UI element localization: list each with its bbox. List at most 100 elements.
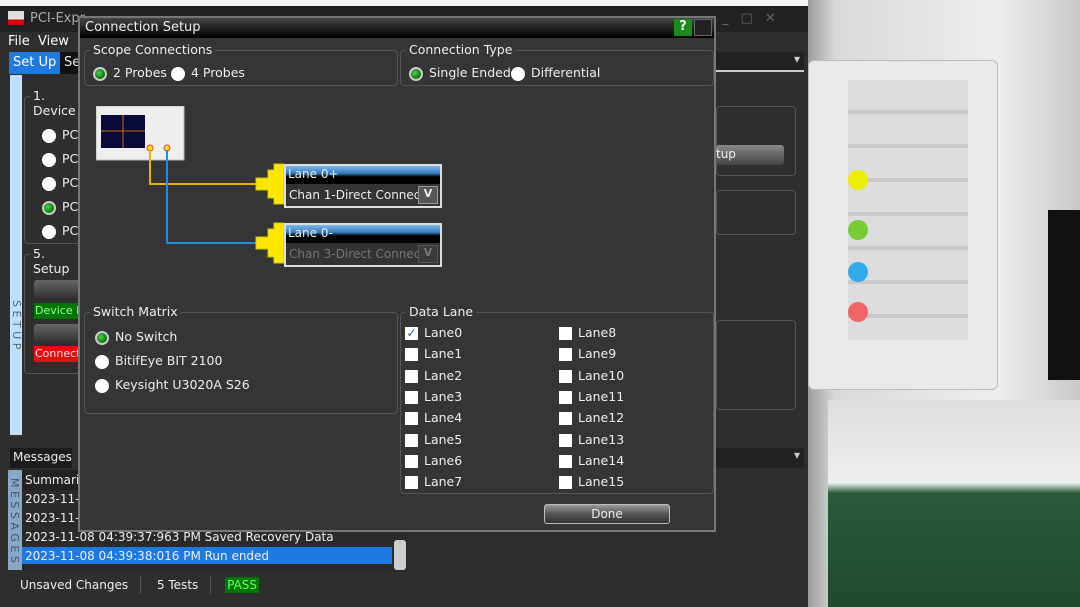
status-bar: Unsaved Changes 5 Tests PASS [8, 576, 408, 600]
status-tests: 5 Tests [144, 576, 212, 594]
help-button[interactable]: ? [674, 19, 692, 36]
connection-type-label: Connection Type [406, 42, 516, 57]
device-option[interactable]: PCI [42, 199, 82, 215]
checkbox-lane2[interactable]: Lane2 [405, 368, 462, 383]
checkbox-icon [559, 327, 572, 340]
select-value: Chan 3-Direct Connect [289, 247, 426, 261]
checkbox-lane0[interactable]: ✓ Lane0 [405, 325, 462, 340]
checkbox-lane11[interactable]: Lane11 [559, 389, 624, 404]
checkbox-icon: ✓ [405, 326, 418, 340]
device-option[interactable]: PCI [42, 223, 82, 239]
messages-scrollbar[interactable] [394, 540, 406, 570]
option-label: Keysight U3020A S26 [115, 377, 250, 392]
radio-4-probes[interactable]: 4 Probes [171, 65, 245, 81]
scope-connections-label: Scope Connections [90, 42, 216, 57]
scope-connections-group: Scope Connections 2 Probes 4 Probes [84, 42, 398, 86]
radio-bitifeye[interactable]: BitifEye BIT 2100 [95, 353, 222, 369]
option-label: Lane3 [424, 388, 463, 404]
checkbox-lane5[interactable]: Lane5 [405, 432, 462, 447]
checkbox-icon [559, 369, 572, 383]
checkbox-icon [559, 390, 572, 404]
device-group: 1. Device [24, 88, 84, 244]
checkbox-icon [559, 412, 572, 426]
checkbox-icon [405, 454, 418, 468]
chevron-down-icon[interactable]: V [418, 186, 438, 204]
app-icon [8, 11, 24, 25]
menu-file[interactable]: File [8, 34, 30, 49]
status-unsaved: Unsaved Changes [8, 576, 142, 594]
connector-icon [255, 222, 285, 264]
tab-setup[interactable]: Set Up [9, 52, 61, 74]
setup-button[interactable]: tup [716, 145, 784, 165]
radio-keysight[interactable]: Keysight U3020A S26 [95, 377, 250, 393]
message-row-selected[interactable]: 2023-11-08 04:39:38:016 PM Run ended [22, 547, 392, 564]
setup-button-2[interactable] [34, 324, 80, 342]
connection-type-group: Connection Type Single Ended Differentia… [400, 42, 714, 86]
dialog-title-bar: Connection Setup ? [80, 18, 714, 38]
checkbox-lane6[interactable]: Lane6 [405, 453, 462, 468]
right-dropdown[interactable]: ▾ [716, 52, 804, 72]
checkbox-icon [405, 433, 418, 447]
lane0-minus-channel-select: Chan 3-Direct Connect V [286, 243, 440, 265]
setup-side-label: S E T U P [10, 75, 23, 435]
connect-badge: Connect [34, 346, 80, 362]
radio-2-probes[interactable]: 2 Probes [93, 65, 167, 81]
checkbox-icon [405, 412, 418, 426]
checkbox-icon [405, 369, 418, 383]
option-label: Lane0 [424, 325, 463, 340]
option-label: Lane4 [424, 410, 463, 426]
lane0-plus-box: Lane 0+ Chan 1-Direct Connect V [284, 164, 442, 208]
option-label: Lane11 [578, 388, 625, 404]
checkbox-lane1[interactable]: Lane1 [405, 346, 462, 362]
right-group-3 [716, 320, 796, 410]
device-option[interactable]: PCI [42, 151, 82, 167]
checkbox-lane7[interactable]: Lane7 [405, 474, 463, 490]
checkbox-lane3[interactable]: Lane3 [405, 389, 462, 404]
radio-single-ended[interactable]: Single Ended [409, 65, 511, 81]
tab-messages[interactable]: Messages [10, 448, 72, 468]
connection-diagram [96, 106, 285, 264]
minimize-button[interactable] [694, 19, 712, 36]
window-controls[interactable]: _□✕ [722, 11, 788, 26]
device-option[interactable]: PCI [42, 127, 82, 143]
checkbox-lane14[interactable]: Lane14 [559, 453, 624, 468]
chevron-down-icon: V [418, 245, 438, 263]
radio-icon [95, 354, 109, 369]
device-option[interactable]: PCI [42, 175, 82, 191]
app-title: PCI-Expr [30, 11, 85, 26]
radio-icon [42, 152, 56, 167]
lane0-minus-label: Lane 0- [286, 225, 440, 243]
setup-button-1[interactable] [34, 280, 80, 298]
checkbox-lane10[interactable]: Lane10 [559, 368, 624, 383]
lane0-plus-channel-select[interactable]: Chan 1-Direct Connect V [286, 184, 440, 206]
checkbox-lane13[interactable]: Lane13 [559, 432, 624, 447]
option-label: 2 Probes [113, 65, 167, 80]
connection-setup-dialog: Connection Setup ? Scope Connections 2 P… [78, 16, 716, 532]
setup-group-label: 5. Setup [30, 246, 83, 276]
option-label: Lane7 [424, 474, 463, 490]
menu-bar: File View [8, 34, 69, 49]
option-label: Lane8 [578, 325, 617, 340]
checkbox-lane12[interactable]: Lane12 [559, 410, 625, 426]
radio-no-switch[interactable]: No Switch [95, 329, 177, 345]
menu-view[interactable]: View [38, 34, 69, 49]
checkbox-lane9[interactable]: Lane9 [559, 346, 617, 362]
checkbox-lane8[interactable]: Lane8 [559, 325, 616, 340]
radio-icon [95, 378, 109, 393]
option-label: Lane12 [578, 410, 625, 426]
radio-icon [42, 224, 56, 239]
checkbox-icon [559, 433, 572, 447]
done-button[interactable]: Done [544, 504, 670, 524]
checkbox-icon [405, 348, 418, 362]
radio-differential[interactable]: Differential [511, 65, 600, 81]
right-group-1 [716, 106, 796, 176]
option-label: Lane2 [424, 367, 463, 383]
option-label: Lane15 [578, 474, 625, 490]
oscilloscope-photo [808, 0, 1080, 607]
data-lane-group: Data Lane ✓ Lane0 Lane1 Lane2 Lane3 Lane4 Lane… [400, 304, 714, 494]
checkbox-lane15[interactable]: Lane15 [559, 474, 625, 490]
data-lane-label: Data Lane [406, 304, 477, 319]
option-label: Lane9 [578, 346, 617, 362]
checkbox-icon [559, 454, 572, 468]
checkbox-lane4[interactable]: Lane4 [405, 410, 463, 426]
